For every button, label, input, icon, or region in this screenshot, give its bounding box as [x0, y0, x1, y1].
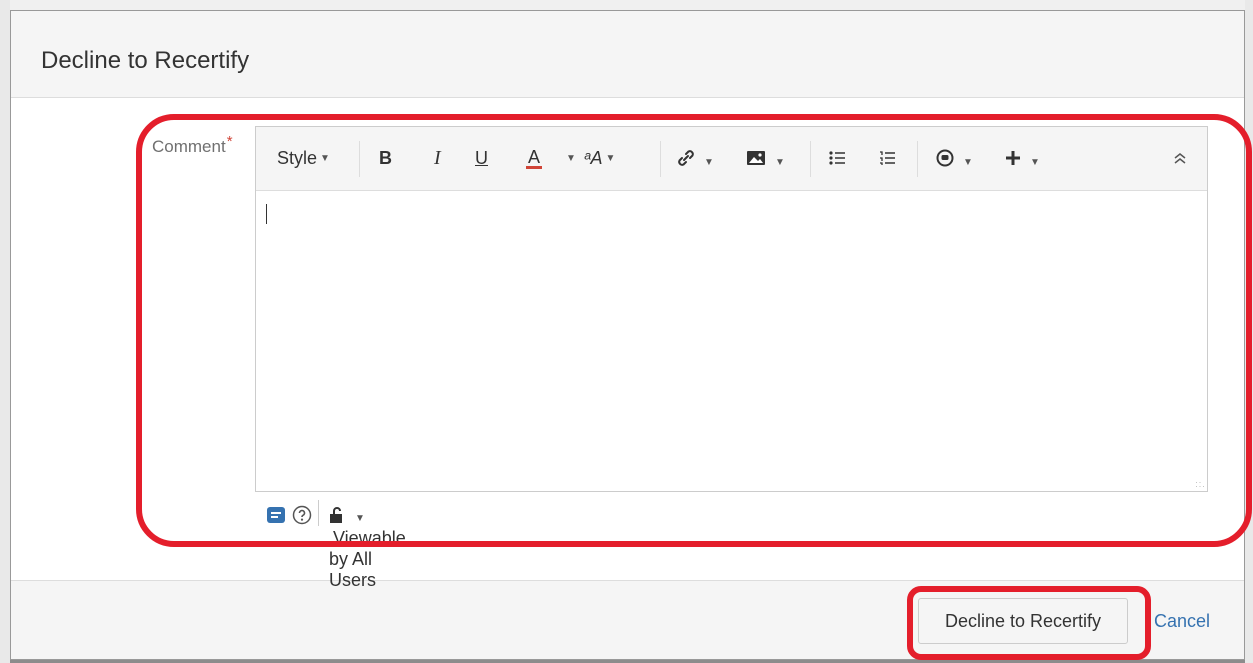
numbered-list-icon: [878, 151, 896, 172]
underline-button[interactable]: U: [475, 148, 488, 168]
image-icon: [745, 151, 772, 172]
status-divider: [318, 500, 319, 526]
chevron-down-icon: ▼: [704, 157, 714, 169]
cancel-link[interactable]: Cancel: [1154, 611, 1210, 632]
link-dropdown[interactable]: ▼: [676, 148, 714, 173]
comment-editor: Style ▼ B I U A ▼ ᵃA ▼ ▼ ▼ ▼ ▼ · · · · ·: [255, 126, 1208, 492]
text-color-label: A: [528, 147, 541, 167]
comment-textarea[interactable]: · · · · ·: [256, 191, 1207, 491]
bold-label: B: [379, 148, 392, 168]
visibility-dropdown[interactable]: ▼ Viewable by All Users: [329, 505, 406, 591]
chevron-down-icon: ▼: [355, 512, 365, 524]
decline-button[interactable]: Decline to Recertify: [918, 598, 1128, 644]
format-label: ᵃA: [584, 148, 603, 168]
toolbar-divider: [810, 141, 811, 177]
text-color-dropdown[interactable]: ▼: [563, 148, 576, 169]
comment-label-text: Comment: [152, 137, 226, 156]
collapse-toolbar-button[interactable]: [1173, 148, 1187, 172]
chevron-down-icon: ▼: [320, 153, 330, 165]
format-dropdown[interactable]: ᵃA ▼: [584, 148, 615, 169]
required-marker: *: [226, 133, 233, 150]
chevron-down-icon: ▼: [1030, 157, 1040, 169]
style-dropdown[interactable]: Style ▼: [277, 148, 330, 169]
background-page-left: [0, 0, 10, 663]
collapse-icon: [1173, 152, 1187, 172]
toolbar-divider: [660, 141, 661, 177]
wiki-markup-icon[interactable]: [266, 505, 286, 530]
bold-button[interactable]: B: [379, 148, 392, 168]
insert-icon: [1004, 151, 1027, 172]
bullet-list-icon: [828, 151, 846, 172]
chevron-down-icon: ▼: [775, 157, 785, 169]
style-label: Style: [277, 148, 318, 168]
numbered-list-button[interactable]: [878, 148, 896, 172]
dialog-title: Decline to Recertify: [41, 47, 250, 74]
italic-label: I: [434, 147, 441, 169]
chevron-down-icon: ▼: [605, 153, 616, 165]
bullet-list-button[interactable]: [828, 148, 846, 172]
insert-more-dropdown[interactable]: ▼: [1004, 148, 1040, 173]
unlock-icon: [329, 507, 352, 527]
editor-toolbar: Style ▼ B I U A ▼ ᵃA ▼ ▼ ▼ ▼ ▼: [256, 127, 1207, 191]
resize-handle[interactable]: · · · · ·: [1195, 478, 1205, 491]
emoticon-dropdown[interactable]: ▼: [935, 148, 973, 173]
underline-label: U: [475, 148, 488, 168]
help-icon[interactable]: [292, 505, 312, 530]
dialog-header: Decline to Recertify: [11, 11, 1244, 98]
visibility-label: Viewable by All Users: [329, 528, 406, 590]
image-dropdown[interactable]: ▼: [745, 148, 785, 173]
chevron-down-icon: ▼: [566, 153, 576, 165]
emoticon-icon: [935, 149, 960, 172]
italic-button[interactable]: I: [434, 148, 441, 168]
comment-label: Comment*: [152, 133, 233, 157]
chevron-down-icon: ▼: [963, 157, 973, 169]
text-cursor: [266, 204, 267, 224]
toolbar-divider: [917, 141, 918, 177]
link-icon: [676, 150, 701, 172]
text-color-button[interactable]: A: [526, 147, 543, 169]
background-page-right: [1245, 0, 1253, 663]
toolbar-divider: [359, 141, 360, 177]
